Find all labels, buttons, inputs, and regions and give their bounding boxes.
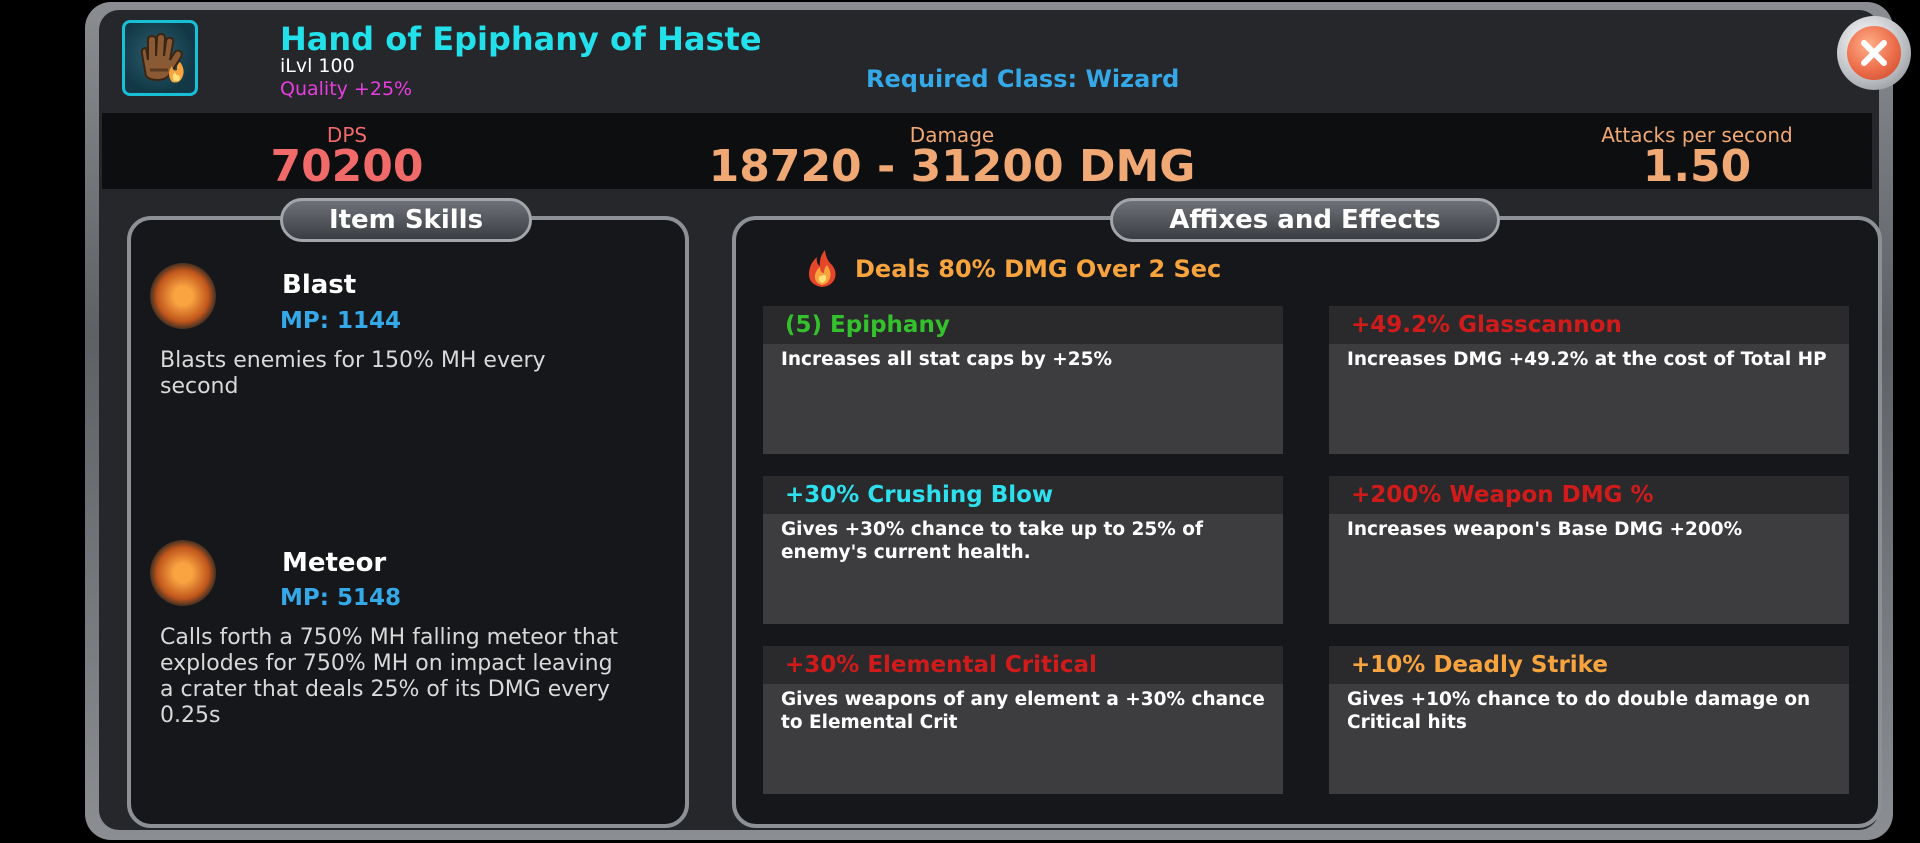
affix-description: Gives +30% chance to take up to 25% of e… — [781, 519, 1203, 563]
skill-description: Blasts enemies for 150% MH every second — [160, 348, 546, 399]
affix-name: +10% Deadly Strike — [1329, 646, 1849, 684]
affix-name: (5) Epiphany — [763, 306, 1283, 344]
affix-card: (5) Epiphany Increases all stat caps by … — [763, 306, 1283, 454]
item-quality: Quality +25% — [280, 78, 413, 100]
skill-description: Calls forth a 750% MH falling meteor tha… — [160, 625, 618, 728]
affix-name: +200% Weapon DMG % — [1329, 476, 1849, 514]
attacks-per-second-value: 1.50 — [1642, 141, 1752, 192]
item-name: Hand of Epiphany of Haste — [280, 20, 762, 58]
dps-value: 70200 — [270, 141, 424, 192]
affix-card: +30% Crushing Blow Gives +30% chance to … — [763, 476, 1283, 624]
affix-card: +10% Deadly Strike Gives +10% chance to … — [1329, 646, 1849, 794]
skill-mp: MP: 5148 — [280, 585, 401, 611]
affix-description: Gives +10% chance to do double damage on… — [1347, 689, 1811, 733]
skill-name: Blast — [282, 270, 357, 300]
damage-value: 18720 - 31200 DMG — [708, 141, 1196, 192]
fire-blast-icon — [150, 263, 216, 329]
affix-name: +30% Elemental Critical — [763, 646, 1283, 684]
stats-bar: DPS 70200 Damage 18720 - 31200 DMG Attac… — [102, 113, 1872, 192]
item-level: iLvl 100 — [280, 55, 355, 77]
affix-name: +49.2% Glasscannon — [1329, 306, 1849, 344]
meteor-icon — [150, 540, 216, 606]
affix-name: +30% Crushing Blow — [763, 476, 1283, 514]
item-skills-title: Item Skills — [280, 198, 532, 242]
affix-card: +200% Weapon DMG % Increases weapon's Ba… — [1329, 476, 1849, 624]
gauntlet-icon — [122, 20, 198, 96]
affix-card: +30% Elemental Critical Gives weapons of… — [763, 646, 1283, 794]
close-button[interactable] — [1837, 16, 1911, 90]
effect-text: Deals 80% DMG Over 2 Sec — [855, 255, 1222, 283]
required-class: Required Class: Wizard — [866, 65, 1180, 93]
affix-description: Increases DMG +49.2% at the cost of Tota… — [1347, 349, 1827, 370]
affix-description: Increases all stat caps by +25% — [781, 349, 1113, 370]
affix-card: +49.2% Glasscannon Increases DMG +49.2% … — [1329, 306, 1849, 454]
flame-icon — [805, 248, 839, 292]
skill-mp: MP: 1144 — [280, 308, 401, 334]
affix-description: Increases weapon's Base DMG +200% — [1347, 519, 1743, 540]
affix-description: Gives weapons of any element a +30% chan… — [781, 689, 1265, 733]
close-icon — [1847, 26, 1901, 80]
affixes-title: Affixes and Effects — [1110, 198, 1500, 242]
skill-name: Meteor — [282, 548, 387, 578]
